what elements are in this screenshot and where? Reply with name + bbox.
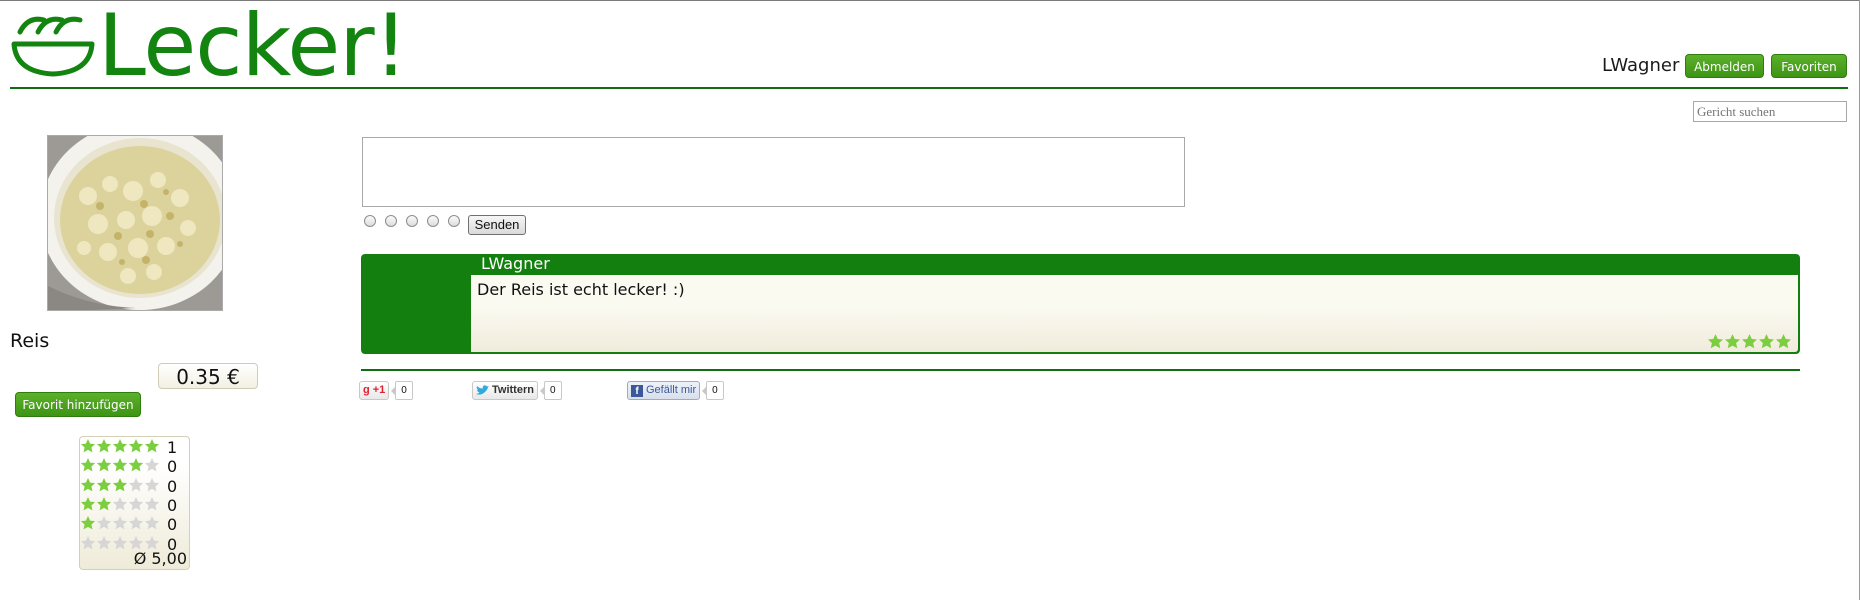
rating-radio-2[interactable] xyxy=(385,215,397,227)
star-empty-icon xyxy=(96,515,112,531)
header-divider xyxy=(10,87,1848,89)
rating-radio-4[interactable] xyxy=(427,215,439,227)
star-filled-icon xyxy=(144,438,160,454)
site-logo[interactable]: Lecker! xyxy=(10,0,408,96)
star-empty-icon xyxy=(144,535,160,551)
rating-row-count: 0 xyxy=(167,534,178,554)
star-empty-icon xyxy=(144,515,160,531)
favorites-button[interactable]: Favoriten xyxy=(1771,54,1847,78)
star-empty-icon xyxy=(144,496,160,512)
rating-radio-3[interactable] xyxy=(406,215,418,227)
facebook-label: Gefällt mir xyxy=(646,384,697,396)
star-filled-icon xyxy=(80,496,96,512)
dish-name: Reis xyxy=(10,330,50,352)
facebook-count: 0 xyxy=(702,381,724,400)
star-filled-icon xyxy=(128,457,144,473)
star-filled-icon xyxy=(1758,333,1775,350)
dish-price: 0.35 € xyxy=(158,363,258,389)
twitter-share: Twittern 0 xyxy=(472,381,562,400)
comment-body: Der Reis ist echt lecker! :) xyxy=(471,275,1798,352)
rating-row: 1 xyxy=(80,438,190,457)
rating-row-stars xyxy=(80,535,160,551)
rating-radio-5[interactable] xyxy=(448,215,460,227)
star-filled-icon xyxy=(96,477,112,493)
star-filled-icon xyxy=(1741,333,1758,350)
comment-card: LWagner Der Reis ist echt lecker! :) xyxy=(361,254,1800,354)
add-favorite-button[interactable]: Favorit hinzufügen xyxy=(15,392,141,417)
facebook-like: f Gefällt mir 0 xyxy=(627,381,724,400)
star-filled-icon xyxy=(80,457,96,473)
star-filled-icon xyxy=(1775,333,1792,350)
star-empty-icon xyxy=(128,477,144,493)
twitter-button[interactable]: Twittern xyxy=(472,381,538,400)
star-empty-icon xyxy=(112,496,128,512)
rating-row-count: 1 xyxy=(167,438,178,457)
gplus-icon: g xyxy=(363,384,370,396)
rice-bowl-image xyxy=(48,136,222,310)
comment-author: LWagner xyxy=(481,254,550,273)
rating-row: 0 xyxy=(80,496,190,515)
twitter-count: 0 xyxy=(540,381,562,400)
star-filled-icon xyxy=(80,515,96,531)
dish-photo xyxy=(47,135,223,311)
bowl-logo-icon xyxy=(11,16,95,77)
rating-row-stars xyxy=(80,515,160,531)
rating-row: 0 xyxy=(80,515,190,534)
dish-search-input[interactable] xyxy=(1693,101,1847,122)
comment-text: Der Reis ist echt lecker! :) xyxy=(477,280,685,299)
star-filled-icon xyxy=(80,477,96,493)
gplus-button[interactable]: g +1 xyxy=(359,381,390,400)
comment-textarea[interactable] xyxy=(362,137,1185,207)
star-empty-icon xyxy=(112,515,128,531)
twitter-bird-icon xyxy=(476,385,489,395)
rating-radio-1[interactable] xyxy=(364,215,376,227)
rating-row-stars xyxy=(80,477,160,493)
star-empty-icon xyxy=(128,535,144,551)
rating-row-stars xyxy=(80,496,160,512)
rating-row: 0 xyxy=(80,535,190,554)
rating-row-stars xyxy=(80,438,160,454)
send-button[interactable]: Senden xyxy=(468,215,526,235)
logout-button[interactable]: Abmelden xyxy=(1685,54,1764,78)
gplus-count: 0 xyxy=(391,381,413,400)
star-empty-icon xyxy=(144,477,160,493)
username-label: LWagner xyxy=(1602,55,1680,76)
comment-rating-stars xyxy=(1707,333,1792,350)
rating-row-count: 0 xyxy=(167,515,178,535)
star-empty-icon xyxy=(80,535,96,551)
star-empty-icon xyxy=(96,535,112,551)
facebook-like-button[interactable]: f Gefällt mir xyxy=(627,381,701,400)
rating-row-count: 0 xyxy=(167,495,178,515)
rating-row-count: 0 xyxy=(167,457,178,477)
star-filled-icon xyxy=(112,457,128,473)
rating-row-stars xyxy=(80,457,160,473)
twitter-label: Twittern xyxy=(492,384,534,396)
star-filled-icon xyxy=(128,438,144,454)
star-filled-icon xyxy=(96,496,112,512)
star-empty-icon xyxy=(112,535,128,551)
gplus-share: g +1 0 xyxy=(359,381,413,400)
star-filled-icon xyxy=(112,477,128,493)
star-filled-icon xyxy=(80,438,96,454)
star-filled-icon xyxy=(96,457,112,473)
facebook-icon: f xyxy=(631,384,643,397)
logo-text: Lecker! xyxy=(98,0,408,96)
star-empty-icon xyxy=(128,496,144,512)
star-filled-icon xyxy=(1707,333,1724,350)
star-filled-icon xyxy=(112,438,128,454)
rating-row: 0 xyxy=(80,477,190,496)
rating-summary: Ø 5,00 100000 xyxy=(79,436,190,570)
social-divider xyxy=(361,369,1800,371)
rating-row-count: 0 xyxy=(167,476,178,496)
gplus-label: +1 xyxy=(372,384,386,396)
star-filled-icon xyxy=(1724,333,1741,350)
rating-radio-group xyxy=(364,215,469,227)
star-empty-icon xyxy=(128,515,144,531)
star-filled-icon xyxy=(96,438,112,454)
rating-row: 0 xyxy=(80,457,190,476)
star-empty-icon xyxy=(144,457,160,473)
